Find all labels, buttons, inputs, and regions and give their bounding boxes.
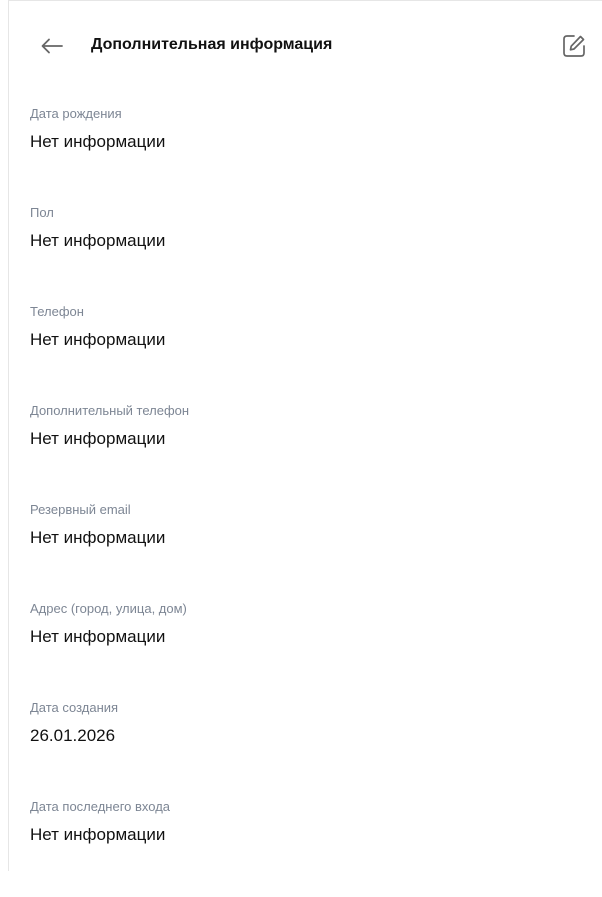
info-fields-list: Дата рождения Нет информации Пол Нет инф… (30, 105, 590, 897)
field-label: Телефон (30, 304, 84, 319)
field-birth-date: Дата рождения Нет информации (30, 105, 590, 204)
field-label: Дополнительный телефон (30, 403, 190, 418)
field-label: Дата последнего входа (30, 799, 171, 814)
field-address: Адрес (город, улица, дом) Нет информации (30, 600, 590, 699)
field-label: Дата рождения (30, 106, 122, 121)
field-value: Нет информации (30, 429, 166, 448)
field-label: Дата создания (30, 700, 119, 715)
field-backup-email: Резервный email Нет информации (30, 501, 590, 600)
field-label: Резервный email (30, 502, 131, 517)
additional-info-panel: Дополнительная информация Дата рождения … (8, 0, 602, 871)
field-phone: Телефон Нет информации (30, 303, 590, 402)
field-value: Нет информации (30, 627, 166, 646)
page-title: Дополнительная информация (91, 36, 333, 53)
field-label: Адрес (город, улица, дом) (30, 601, 187, 616)
back-button[interactable] (37, 33, 67, 59)
field-value: Нет информации (30, 528, 166, 547)
field-value: Нет информации (30, 330, 166, 349)
field-gender: Пол Нет информации (30, 204, 590, 303)
field-value: 26.01.2026 (30, 726, 116, 745)
field-last-login-date: Дата последнего входа Нет информации (30, 798, 590, 897)
field-label: Пол (30, 205, 54, 220)
arrow-left-icon (41, 38, 63, 54)
field-value: Нет информации (30, 231, 166, 250)
panel-header: Дополнительная информация (9, 1, 601, 91)
field-value: Нет информации (30, 825, 166, 844)
edit-icon (563, 35, 585, 57)
field-creation-date: Дата создания 26.01.2026 (30, 699, 590, 798)
field-value: Нет информации (30, 132, 166, 151)
field-additional-phone: Дополнительный телефон Нет информации (30, 402, 590, 501)
edit-button[interactable] (559, 31, 589, 61)
